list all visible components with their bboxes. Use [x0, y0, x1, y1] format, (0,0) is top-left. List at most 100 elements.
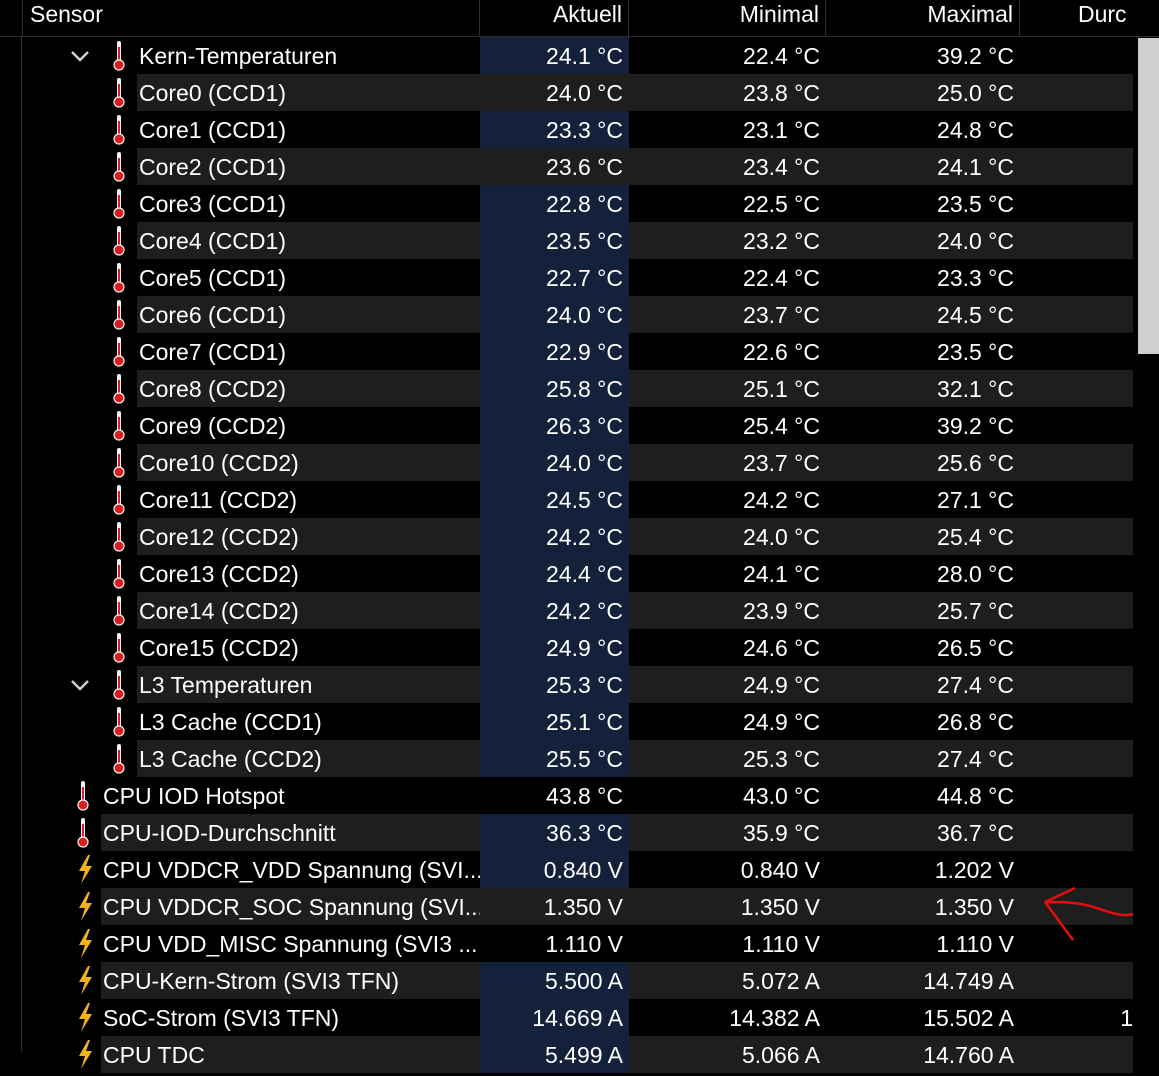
sensor-group-row[interactable]: Kern-Temperaturen 24.1 °C 22.4 °C 39.2 °C — [0, 37, 1133, 74]
value-average — [1020, 148, 1133, 185]
value-min: 23.7 °C — [629, 444, 826, 481]
thermometer-icon — [112, 336, 126, 367]
sensor-row[interactable]: Core15 (CCD2) 24.9 °C 24.6 °C 26.5 °C — [0, 629, 1133, 666]
value-average — [1020, 111, 1133, 148]
sensor-label: Core11 (CCD2) — [137, 481, 480, 518]
sensor-row[interactable]: CPU IOD Hotspot 43.8 °C 43.0 °C 44.8 °C — [0, 777, 1133, 814]
value-min: 23.9 °C — [629, 592, 826, 629]
value-max: 14.760 A — [826, 1036, 1020, 1073]
sensor-row[interactable]: Core3 (CCD1) 22.8 °C 22.5 °C 23.5 °C — [0, 185, 1133, 222]
value-average — [1020, 555, 1133, 592]
sensor-row[interactable]: Core1 (CCD1) 23.3 °C 23.1 °C 24.8 °C — [0, 111, 1133, 148]
sensor-label: L3 Temperaturen — [137, 666, 480, 703]
thermometer-icon — [112, 373, 126, 404]
column-header-current[interactable]: Aktuell — [480, 0, 629, 36]
value-max: 1.110 V — [826, 925, 1020, 962]
sensor-row[interactable]: CPU VDDCR_SOC Spannung (SVI... 1.350 V 1.3… — [0, 888, 1133, 925]
sensor-row[interactable]: Core14 (CCD2) 24.2 °C 23.9 °C 25.7 °C — [0, 592, 1133, 629]
value-min: 24.2 °C — [629, 481, 826, 518]
sensor-label: CPU-Kern-Strom (SVI3 TFN) — [101, 962, 480, 999]
sensor-row[interactable]: L3 Cache (CCD2) 25.5 °C 25.3 °C 27.4 °C — [0, 740, 1133, 777]
value-current: 22.7 °C — [480, 259, 629, 296]
column-header-bar: Sensor Aktuell Minimal Maximal Durc — [0, 0, 1159, 37]
sensor-row[interactable]: Core13 (CCD2) 24.4 °C 24.1 °C 28.0 °C — [0, 555, 1133, 592]
thermometer-icon — [76, 780, 90, 811]
sensor-label: Core8 (CCD2) — [137, 370, 480, 407]
sensor-label: CPU VDDCR_VDD Spannung (SVI... — [101, 851, 480, 888]
value-average — [1020, 592, 1133, 629]
value-current: 5.499 A — [480, 1036, 629, 1073]
sensor-row[interactable]: Core11 (CCD2) 24.5 °C 24.2 °C 27.1 °C — [0, 481, 1133, 518]
value-max: 25.7 °C — [826, 592, 1020, 629]
thermometer-icon — [112, 521, 126, 552]
column-header-max[interactable]: Maximal — [826, 0, 1020, 36]
value-max: 26.8 °C — [826, 703, 1020, 740]
value-current: 24.4 °C — [480, 555, 629, 592]
value-min: 24.0 °C — [629, 518, 826, 555]
value-current: 43.8 °C — [480, 777, 629, 814]
value-current: 25.5 °C — [480, 740, 629, 777]
value-average — [1020, 333, 1133, 370]
value-min: 24.1 °C — [629, 555, 826, 592]
value-max: 27.4 °C — [826, 740, 1020, 777]
value-max: 36.7 °C — [826, 814, 1020, 851]
sensor-row[interactable]: L3 Cache (CCD1) 25.1 °C 24.9 °C 26.8 °C — [0, 703, 1133, 740]
value-min: 35.9 °C — [629, 814, 826, 851]
value-average — [1020, 666, 1133, 703]
value-max: 23.3 °C — [826, 259, 1020, 296]
value-min: 5.066 A — [629, 1036, 826, 1073]
value-current: 24.0 °C — [480, 74, 629, 111]
sensor-label: CPU VDD_MISC Spannung (SVI3 ... — [101, 925, 480, 962]
value-max: 24.5 °C — [826, 296, 1020, 333]
sensor-row[interactable]: SoC-Strom (SVI3 TFN) 14.669 A 14.382 A 15.5… — [0, 999, 1133, 1036]
value-max: 23.5 °C — [826, 333, 1020, 370]
sensor-row[interactable]: Core5 (CCD1) 22.7 °C 22.4 °C 23.3 °C — [0, 259, 1133, 296]
value-min: 1.110 V — [629, 925, 826, 962]
value-min: 23.1 °C — [629, 111, 826, 148]
sensor-label: L3 Cache (CCD2) — [137, 740, 480, 777]
chevron-down-icon[interactable] — [69, 674, 91, 696]
sensor-table: Kern-Temperaturen 24.1 °C 22.4 °C 39.2 °C Co… — [0, 37, 1133, 1073]
chevron-down-icon[interactable] — [69, 45, 91, 67]
sensor-row[interactable]: Core9 (CCD2) 26.3 °C 25.4 °C 39.2 °C — [0, 407, 1133, 444]
value-average: 1 — [1020, 999, 1133, 1036]
value-max: 39.2 °C — [826, 407, 1020, 444]
value-max: 15.502 A — [826, 999, 1020, 1036]
sensor-label: Core1 (CCD1) — [137, 111, 480, 148]
sensor-row[interactable]: Core8 (CCD2) 25.8 °C 25.1 °C 32.1 °C — [0, 370, 1133, 407]
thermometer-icon — [112, 225, 126, 256]
value-current: 1.110 V — [480, 925, 629, 962]
sensor-row[interactable]: Core6 (CCD1) 24.0 °C 23.7 °C 24.5 °C — [0, 296, 1133, 333]
thermometer-icon — [112, 299, 126, 330]
sensor-row[interactable]: Core12 (CCD2) 24.2 °C 24.0 °C 25.4 °C — [0, 518, 1133, 555]
value-current: 22.8 °C — [480, 185, 629, 222]
column-header-average[interactable]: Durc — [1020, 0, 1133, 36]
value-current: 14.669 A — [480, 999, 629, 1036]
value-min: 22.5 °C — [629, 185, 826, 222]
thermometer-icon — [112, 595, 126, 626]
value-current: 1.350 V — [480, 888, 629, 925]
sensor-label: Core3 (CCD1) — [137, 185, 480, 222]
scrollbar-thumb[interactable] — [1138, 38, 1159, 354]
value-average — [1020, 222, 1133, 259]
sensor-label: Core14 (CCD2) — [137, 592, 480, 629]
sensor-row[interactable]: Core0 (CCD1) 24.0 °C 23.8 °C 25.0 °C — [0, 74, 1133, 111]
sensor-row[interactable]: CPU-Kern-Strom (SVI3 TFN) 5.500 A 5.072 A1… — [0, 962, 1133, 999]
sensor-row[interactable]: CPU TDC 5.499 A 5.066 A 14.760 A — [0, 1036, 1133, 1073]
value-current: 24.2 °C — [480, 592, 629, 629]
sensor-row[interactable]: CPU VDDCR_VDD Spannung (SVI... 0.840 V 0.8… — [0, 851, 1133, 888]
sensor-label: Core4 (CCD1) — [137, 222, 480, 259]
sensor-row[interactable]: Core4 (CCD1) 23.5 °C 23.2 °C 24.0 °C — [0, 222, 1133, 259]
lightning-icon — [76, 965, 92, 996]
sensor-row[interactable]: Core10 (CCD2) 24.0 °C 23.7 °C 25.6 °C — [0, 444, 1133, 481]
sensor-group-row[interactable]: L3 Temperaturen 25.3 °C 24.9 °C 27.4 °C — [0, 666, 1133, 703]
thermometer-icon — [112, 706, 126, 737]
sensor-row[interactable]: Core7 (CCD1) 22.9 °C 22.6 °C 23.5 °C — [0, 333, 1133, 370]
sensor-row[interactable]: CPU VDD_MISC Spannung (SVI3 ... 1.110 V 1.… — [0, 925, 1133, 962]
value-min: 14.382 A — [629, 999, 826, 1036]
value-current: 26.3 °C — [480, 407, 629, 444]
column-header-sensor[interactable]: Sensor — [22, 0, 480, 36]
column-header-min[interactable]: Minimal — [629, 0, 826, 36]
sensor-row[interactable]: CPU-IOD-Durchschnitt 36.3 °C 35.9 °C 36.7 °… — [0, 814, 1133, 851]
sensor-row[interactable]: Core2 (CCD1) 23.6 °C 23.4 °C 24.1 °C — [0, 148, 1133, 185]
